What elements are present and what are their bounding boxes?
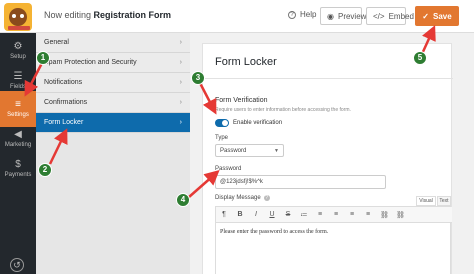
divider xyxy=(203,78,453,79)
dollar-icon: $ xyxy=(15,159,21,170)
annotation-badge-3: 3 xyxy=(191,71,205,85)
eye-icon: ◉ xyxy=(327,11,334,21)
sliders-icon: ≡ xyxy=(15,99,21,110)
annotation-badge-1: 1 xyxy=(36,51,50,65)
align-left-icon[interactable]: ≡ xyxy=(332,211,340,218)
chevron-right-icon: › xyxy=(179,79,182,86)
chevron-right-icon: › xyxy=(179,39,182,46)
chevron-right-icon: › xyxy=(179,99,182,106)
italic-icon[interactable]: I xyxy=(252,211,260,218)
wpforms-logo-icon xyxy=(4,3,32,31)
align-right-icon[interactable]: ≡ xyxy=(364,211,372,218)
section-title: Form Locker xyxy=(215,56,277,68)
builder-sidebar: ⚙ Setup ☰ Fields ≡ Settings ◀ Marketing … xyxy=(0,33,36,274)
message-text: Please enter the password to access the … xyxy=(220,229,329,235)
main-content: Form Locker Form Verification Require us… xyxy=(190,33,474,274)
unlink-icon[interactable]: ⛓ xyxy=(396,211,405,219)
save-button[interactable]: ✓ Save xyxy=(415,6,459,26)
bold-icon[interactable]: B xyxy=(236,211,244,218)
megaphone-icon: ◀ xyxy=(14,129,22,140)
history-icon[interactable]: ↺ xyxy=(10,258,24,272)
form-verification-heading: Form Verification xyxy=(215,97,268,104)
check-icon: ✓ xyxy=(422,11,429,21)
embed-button[interactable]: </> Embed xyxy=(366,7,414,25)
password-input[interactable]: @123jdsfj!$%^k xyxy=(215,175,386,189)
editor-toolbar: ¶ B I U S ≔ ≡ ≡ ≡ ≡ ⛓ ⛓ xyxy=(216,207,452,223)
annotation-badge-2: 2 xyxy=(38,163,52,177)
gear-icon: ⚙ xyxy=(13,41,23,52)
enable-verification-label: Enable verification xyxy=(233,120,283,126)
settings-item-notifications[interactable]: Notifications › xyxy=(36,73,190,93)
settings-item-spam-protection[interactable]: Spam Protection and Security › xyxy=(36,53,190,73)
display-message-label: Display Message ? xyxy=(215,195,270,201)
chevron-right-icon: › xyxy=(179,59,182,66)
settings-item-form-locker[interactable]: Form Locker › xyxy=(36,113,190,133)
form-verification-description: Require users to enter information befor… xyxy=(215,107,351,113)
type-select[interactable]: Password ▼ xyxy=(215,144,284,157)
sidebar-item-payments[interactable]: $ Payments xyxy=(0,151,36,187)
tab-visual[interactable]: Visual xyxy=(416,196,436,206)
type-label: Type xyxy=(215,135,229,141)
help-icon[interactable]: ? xyxy=(263,195,270,201)
chevron-right-icon: › xyxy=(179,119,182,126)
align-center-icon[interactable]: ≡ xyxy=(348,211,356,218)
strikethrough-icon[interactable]: S xyxy=(284,211,292,218)
display-message-editor[interactable]: ¶ B I U S ≔ ≡ ≡ ≡ ≡ ⛓ ⛓ Please enter the… xyxy=(215,206,452,274)
code-icon: </> xyxy=(373,11,385,21)
enable-verification-toggle[interactable] xyxy=(215,119,229,127)
numbered-list-icon[interactable]: ≡ xyxy=(316,211,324,218)
tab-text[interactable]: Text xyxy=(437,196,451,206)
paragraph-icon[interactable]: ¶ xyxy=(220,211,228,218)
form-name: Registration Form xyxy=(93,10,172,20)
underline-icon[interactable]: U xyxy=(268,211,276,218)
settings-panel: General › Spam Protection and Security ›… xyxy=(36,33,190,274)
annotation-badge-5: 5 xyxy=(413,51,427,65)
help-button[interactable]: ? Help xyxy=(288,10,316,19)
chevron-down-icon: ▼ xyxy=(274,148,279,154)
top-bar: Now editing Registration Form ? Help ◉ P… xyxy=(0,0,474,33)
help-icon: ? xyxy=(288,10,296,19)
bulleted-list-icon[interactable]: ≔ xyxy=(300,211,308,219)
page-title: Now editing Registration Form xyxy=(44,10,172,20)
settings-item-confirmations[interactable]: Confirmations › xyxy=(36,93,190,113)
list-icon: ☰ xyxy=(13,71,23,82)
preview-button[interactable]: ◉ Preview xyxy=(320,7,366,25)
link-icon[interactable]: ⛓ xyxy=(380,211,389,219)
form-locker-card: Form Locker Form Verification Require us… xyxy=(202,43,453,274)
annotation-badge-4: 4 xyxy=(176,193,190,207)
settings-item-general[interactable]: General › xyxy=(36,33,190,53)
password-label: Password xyxy=(215,166,242,172)
